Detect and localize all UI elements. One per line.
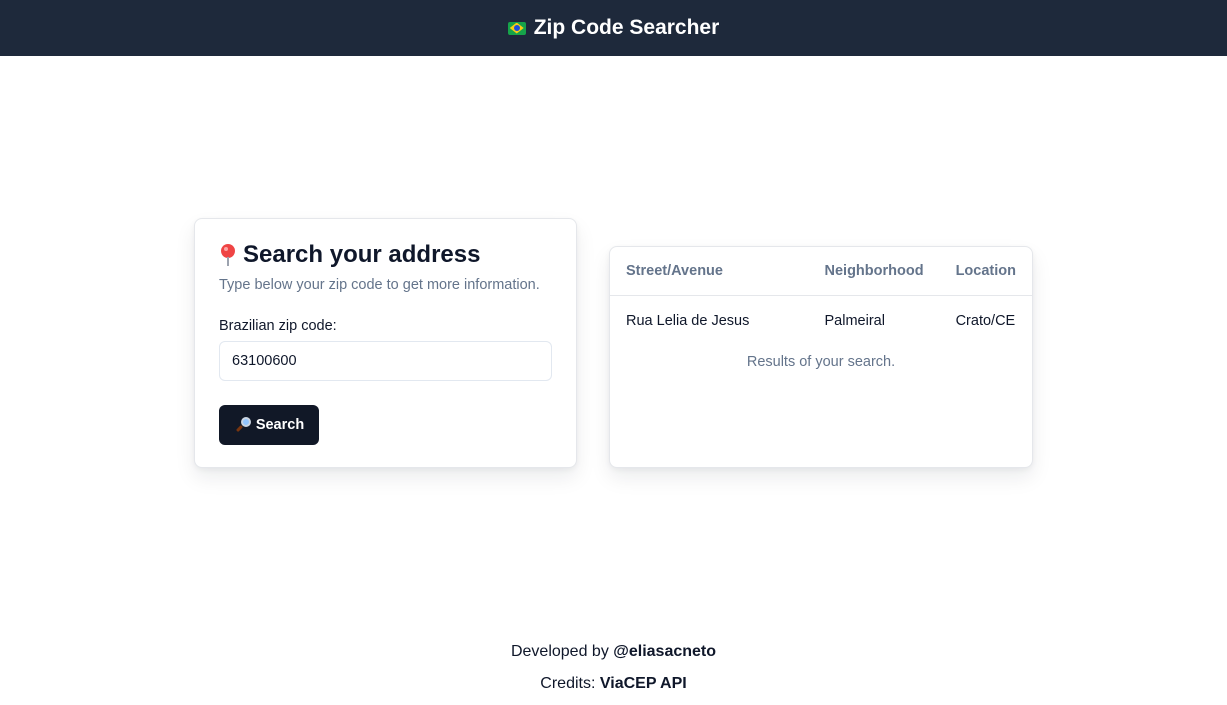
developer-credit: Developed by @eliasacneto: [0, 636, 1227, 668]
credits-prefix: Credits:: [540, 675, 596, 692]
zip-code-label: Brazilian zip code:: [219, 318, 337, 334]
results-table: Street/Avenue Neighborhood Location Rua …: [610, 247, 1032, 347]
api-link[interactable]: ViaCEP API: [600, 675, 687, 692]
api-credit: Credits: ViaCEP API: [0, 668, 1227, 700]
developer-link[interactable]: @eliasacneto: [613, 643, 716, 660]
search-title-text: Search your address: [243, 241, 481, 268]
column-header-location: Location: [939, 247, 1032, 296]
cell-location: Crato/CE: [955, 313, 1016, 330]
developer-prefix: Developed by: [510, 643, 609, 660]
search-button-label: Search: [255, 417, 305, 433]
zip-code-input[interactable]: [219, 341, 552, 381]
search-subtitle: Type below your zip code to get more inf…: [219, 277, 540, 293]
column-header-neighborhood: Neighborhood: [808, 247, 940, 296]
search-card: Search your address Type below your zip …: [194, 218, 577, 468]
magnifier-icon: [234, 416, 252, 434]
cell-neighborhood: Palmeiral: [824, 313, 885, 330]
search-button[interactable]: Search: [219, 405, 319, 445]
search-card-title: Search your address: [219, 241, 552, 269]
top-navbar: Zip Code Searcher: [0, 0, 1227, 56]
app-brand: Zip Code Searcher: [507, 16, 720, 40]
column-header-street: Street/Avenue: [610, 247, 809, 296]
table-row: Rua Lelia de Jesus Palmeiral Crato/CE: [610, 295, 1032, 347]
brazil-flag-icon: [507, 21, 526, 35]
results-caption: Results of your search.: [746, 354, 896, 370]
cell-street: Rua Lelia de Jesus: [626, 313, 750, 330]
results-card: Street/Avenue Neighborhood Location Rua …: [609, 246, 1033, 468]
pin-icon: [219, 243, 237, 267]
page-footer: Developed by @eliasacneto Credits: ViaCE…: [0, 636, 1227, 700]
app-title: Zip Code Searcher: [533, 16, 720, 39]
results-header-row: Street/Avenue Neighborhood Location: [610, 247, 1032, 296]
